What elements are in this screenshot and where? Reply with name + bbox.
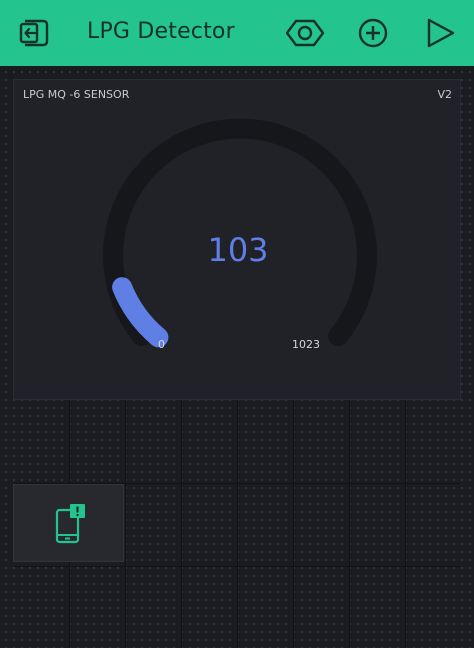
grid-divider <box>181 400 182 648</box>
gauge-value: 103 <box>207 231 269 269</box>
grid-divider <box>405 400 406 648</box>
grid-divider <box>349 400 350 648</box>
hexagon-settings-icon[interactable] <box>285 13 325 53</box>
grid-divider <box>237 400 238 648</box>
notification-widget[interactable] <box>13 484 124 562</box>
gauge-max-label: 1023 <box>292 338 320 351</box>
grid-divider <box>293 400 294 648</box>
grid-divider <box>125 400 126 648</box>
exit-app-icon[interactable] <box>15 13 55 53</box>
top-app-bar: LPG Detector <box>0 0 474 66</box>
play-icon[interactable] <box>420 13 460 53</box>
phone-notification-icon <box>55 504 85 544</box>
gauge-min-label: 0 <box>158 338 165 351</box>
page-title: LPG Detector <box>87 19 235 44</box>
plus-circle-icon[interactable] <box>353 13 393 53</box>
gauge-widget[interactable]: LPG MQ -6 SENSOR V2 103 0 1023 <box>13 79 461 400</box>
grid-divider <box>14 566 460 567</box>
